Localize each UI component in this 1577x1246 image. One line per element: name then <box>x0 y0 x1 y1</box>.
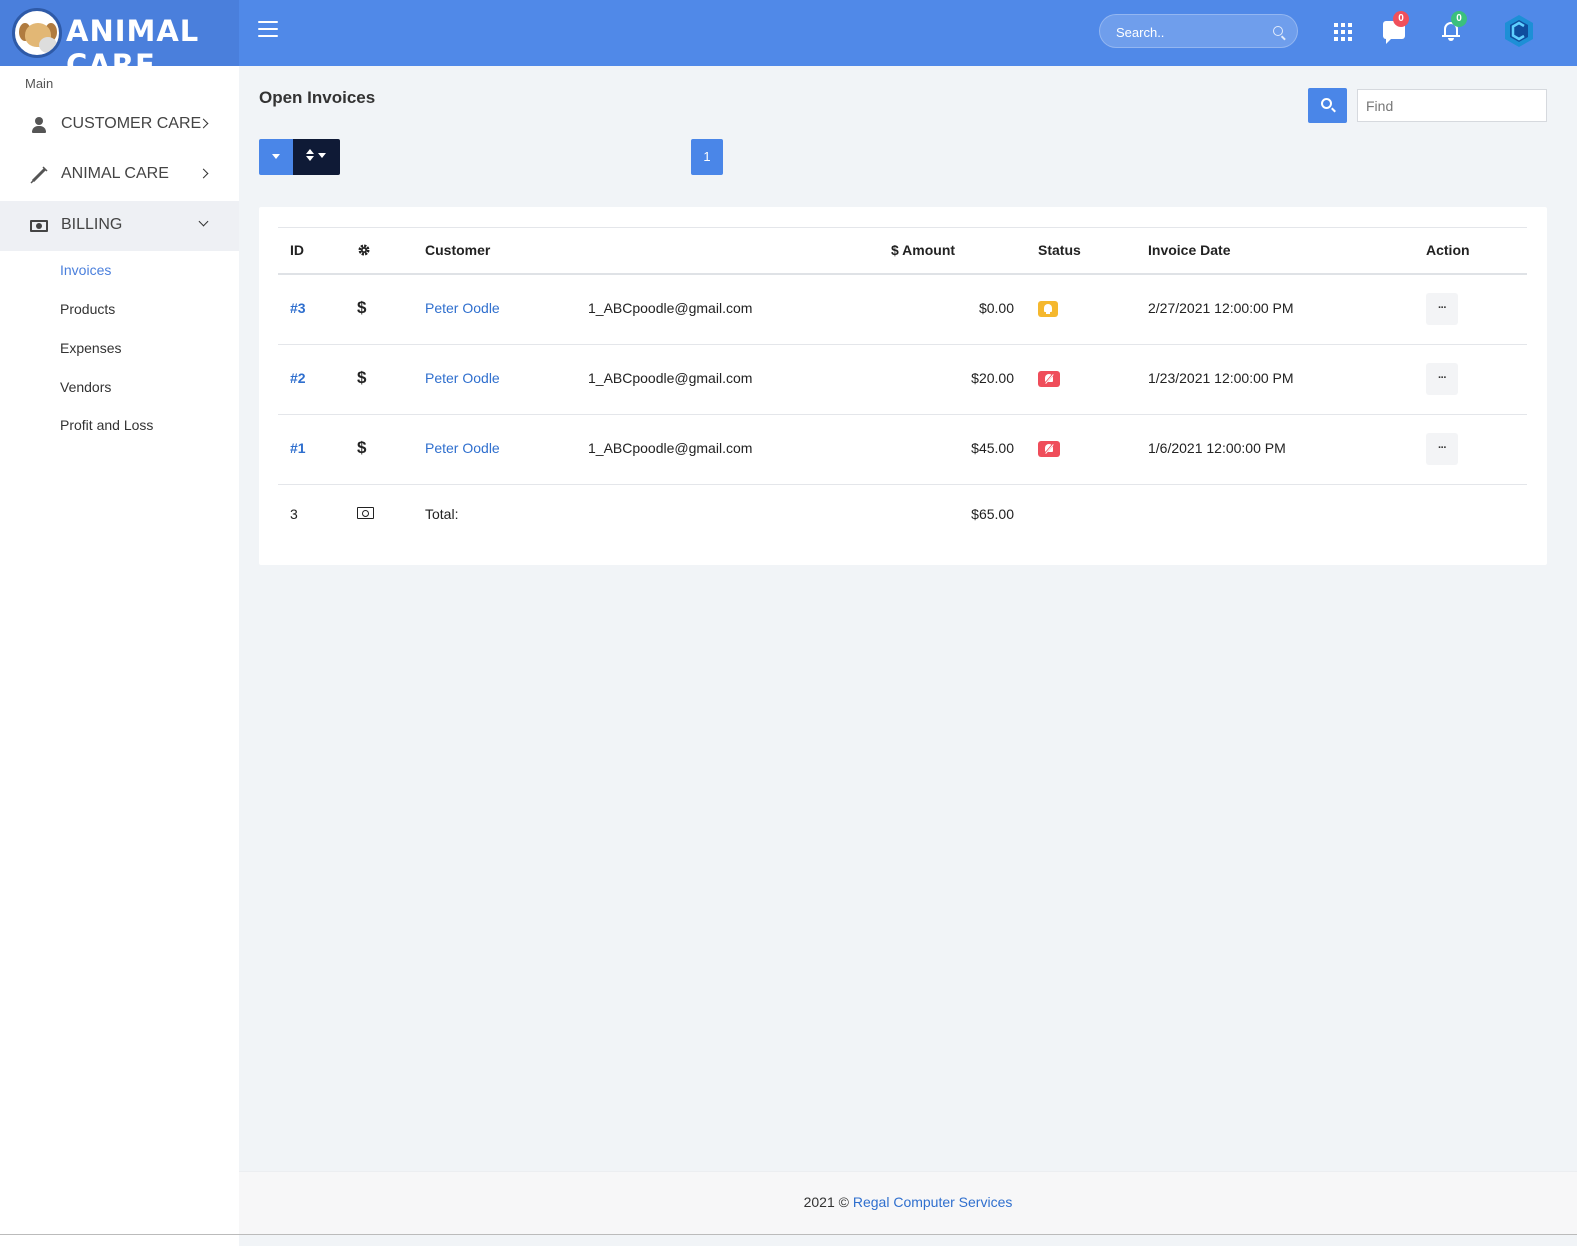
column-header-id[interactable]: ID <box>290 242 304 258</box>
total-count: 3 <box>290 506 298 522</box>
sidebar-section-label: Main <box>25 76 54 91</box>
sidebar-item-label: BILLING <box>61 216 123 233</box>
logo-badge-icon <box>12 8 62 58</box>
invoice-type-dollar-icon: $ <box>357 368 367 387</box>
chevron-right-icon <box>198 168 209 179</box>
sidebar-item-billing[interactable]: BILLING <box>0 201 239 251</box>
status-muted-bell-icon[interactable] <box>1038 441 1060 457</box>
invoice-type-dollar-icon: $ <box>357 298 367 317</box>
find-button[interactable] <box>1308 88 1347 123</box>
invoice-id-link[interactable]: #2 <box>290 370 306 386</box>
sidebar: Main CUSTOMER CARE ANIMAL CARE BILLING I… <box>0 66 239 1246</box>
footer-text: 2021 © Regal Computer Services <box>239 1194 1577 1210</box>
customer-link[interactable]: Peter Oodle <box>425 440 500 456</box>
user-avatar[interactable] <box>1502 14 1536 48</box>
invoice-id-link[interactable]: #1 <box>290 440 306 456</box>
top-bar: ANIMAL CARE 0 0 <box>0 0 1577 82</box>
menu-toggle-icon[interactable] <box>258 21 278 37</box>
top-search <box>1099 14 1298 48</box>
search-icon <box>1321 98 1332 109</box>
sidebar-sub-vendors[interactable]: Vendors <box>60 379 111 395</box>
gear-icon[interactable] <box>357 243 371 257</box>
customer-email: 1_ABCpoodle@gmail.com <box>588 440 753 456</box>
caret-down-icon <box>318 153 326 158</box>
row-action-button[interactable]: ··· <box>1426 363 1458 395</box>
customer-email: 1_ABCpoodle@gmail.com <box>588 370 753 386</box>
row-action-button[interactable]: ··· <box>1426 293 1458 325</box>
column-header-customer[interactable]: Customer <box>425 242 490 258</box>
chevron-down-icon <box>198 216 209 227</box>
sidebar-sub-products[interactable]: Products <box>60 301 115 317</box>
customer-email: 1_ABCpoodle@gmail.com <box>588 300 753 316</box>
invoice-amount: $20.00 <box>971 370 1014 386</box>
money-bill-icon <box>357 507 374 519</box>
sort-icon <box>306 149 314 154</box>
footer-copyright: 2021 © <box>803 1194 853 1210</box>
find-input[interactable] <box>1357 89 1547 122</box>
options-dropdown-button[interactable] <box>259 139 293 175</box>
column-header-action: Action <box>1426 242 1470 258</box>
invoice-date: 1/6/2021 12:00:00 PM <box>1148 440 1286 456</box>
footer-company-link[interactable]: Regal Computer Services <box>853 1194 1013 1210</box>
invoice-type-dollar-icon: $ <box>357 438 367 457</box>
sidebar-item-animal-care[interactable]: ANIMAL CARE <box>0 150 239 200</box>
footer: 2021 © Regal Computer Services <box>239 1171 1577 1234</box>
logo[interactable]: ANIMAL CARE <box>0 0 239 82</box>
column-header-invoice-date[interactable]: Invoice Date <box>1148 242 1230 258</box>
sidebar-sub-profit-and-loss[interactable]: Profit and Loss <box>60 417 153 433</box>
top-search-input[interactable] <box>1116 22 1266 42</box>
invoice-amount: $45.00 <box>971 440 1014 456</box>
invoice-amount: $0.00 <box>978 300 1014 316</box>
invoices-table-card: ID Customer $ Amount Status Invoice Date… <box>259 207 1547 565</box>
status-muted-bell-icon[interactable] <box>1038 371 1060 387</box>
pagination-page-button[interactable]: 1 <box>691 139 723 175</box>
sidebar-item-label: ANIMAL CARE <box>61 165 169 182</box>
sort-dropdown-button[interactable] <box>293 139 340 175</box>
invoice-date: 2/27/2021 12:00:00 PM <box>1148 300 1294 316</box>
more-dots-icon: ··· <box>1438 302 1447 314</box>
page-title: Open Invoices <box>259 88 376 107</box>
sidebar-sub-expenses[interactable]: Expenses <box>60 340 121 356</box>
sidebar-item-customer-care[interactable]: CUSTOMER CARE <box>0 100 239 150</box>
total-label: Total: <box>425 506 459 522</box>
more-dots-icon: ··· <box>1438 442 1447 454</box>
sidebar-sub-invoices[interactable]: Invoices <box>60 262 111 278</box>
user-icon <box>30 116 48 134</box>
money-bill-icon <box>30 217 48 235</box>
column-header-status[interactable]: Status <box>1038 242 1081 258</box>
invoice-date: 1/23/2021 12:00:00 PM <box>1148 370 1294 386</box>
total-amount: $65.00 <box>971 506 1014 522</box>
search-icon[interactable] <box>1273 26 1283 36</box>
syringe-icon <box>30 166 48 184</box>
status-reminder-bell-icon[interactable] <box>1038 301 1058 317</box>
apps-grid-icon[interactable] <box>1334 23 1352 41</box>
row-action-button[interactable]: ··· <box>1426 433 1458 465</box>
sidebar-item-label: CUSTOMER CARE <box>61 115 202 132</box>
notifications-count-badge: 0 <box>1451 11 1467 27</box>
customer-link[interactable]: Peter Oodle <box>425 300 500 316</box>
invoice-id-link[interactable]: #3 <box>290 300 306 316</box>
column-header-amount[interactable]: $ Amount <box>891 242 955 258</box>
more-dots-icon: ··· <box>1438 372 1447 384</box>
customer-link[interactable]: Peter Oodle <box>425 370 500 386</box>
messages-count-badge: 0 <box>1393 11 1409 27</box>
